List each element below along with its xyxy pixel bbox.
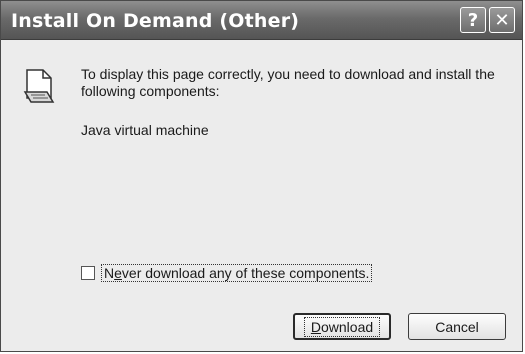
install-dialog: Install On Demand (Other) ? ✕ To display… xyxy=(0,0,523,352)
install-message: To display this page correctly, you need… xyxy=(81,66,495,99)
dialog-title: Install On Demand (Other) xyxy=(11,10,300,32)
download-button-label: Download xyxy=(303,316,381,337)
title-bar[interactable]: Install On Demand (Other) ? ✕ xyxy=(1,1,522,40)
help-button[interactable]: ? xyxy=(460,7,486,33)
never-download-option[interactable]: Never download any of these components. xyxy=(81,264,373,282)
dialog-body: To display this page correctly, you need… xyxy=(1,40,522,351)
document-setup-icon xyxy=(23,69,55,103)
help-icon: ? xyxy=(467,9,479,31)
cancel-button[interactable]: Cancel xyxy=(408,313,506,340)
download-button[interactable]: Download xyxy=(293,313,391,340)
component-item: Java virtual machine xyxy=(81,122,209,138)
close-icon: ✕ xyxy=(494,9,510,31)
cancel-button-label: Cancel xyxy=(435,318,479,335)
never-download-label[interactable]: Never download any of these components. xyxy=(101,264,373,282)
close-button[interactable]: ✕ xyxy=(489,7,515,33)
never-download-checkbox[interactable] xyxy=(81,266,95,280)
